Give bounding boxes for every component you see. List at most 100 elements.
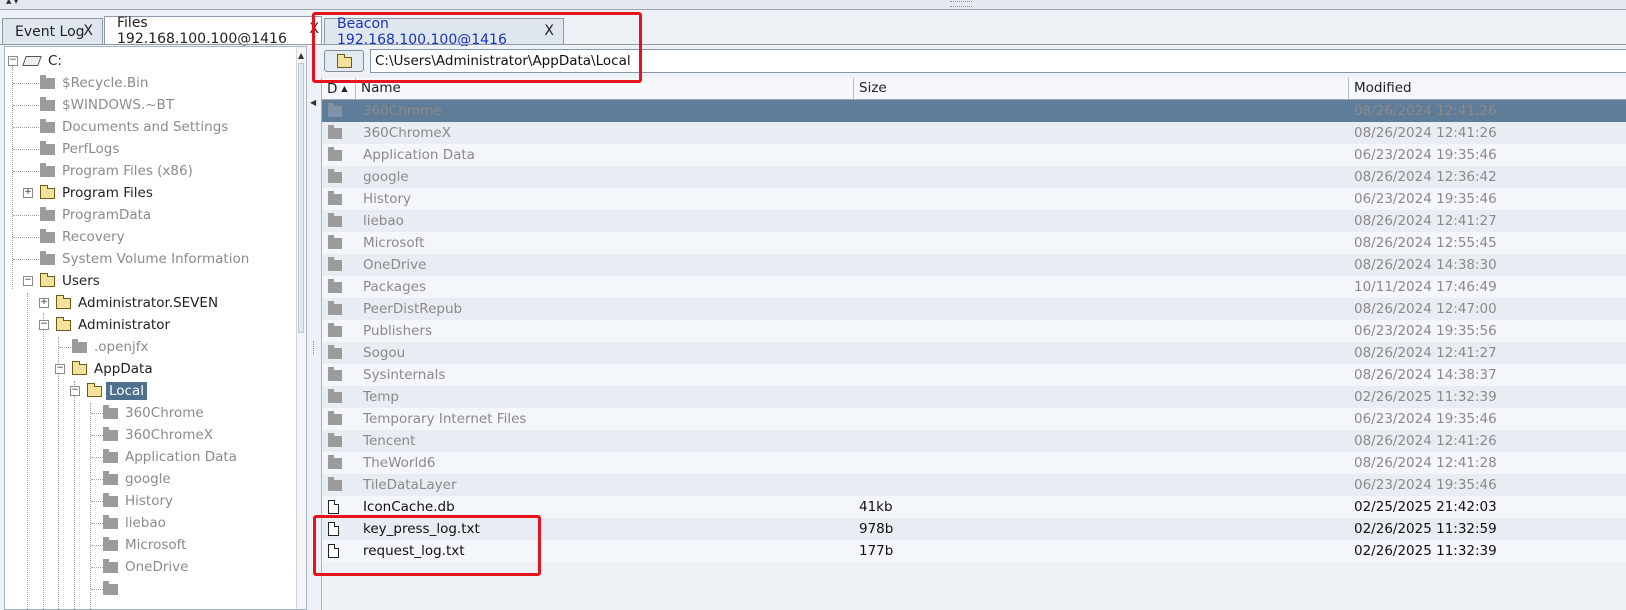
column-header-size[interactable]: Size — [854, 78, 1349, 99]
table-row[interactable]: Packages 10/11/2024 17:46:49 — [322, 276, 1626, 298]
tree-item-program-files[interactable]: Program Files — [40, 183, 156, 203]
table-row[interactable]: Application Data 06/23/2024 19:35:46 — [322, 144, 1626, 166]
file-icon — [328, 500, 339, 514]
row-modified: 08/26/2024 12:41:27 — [1354, 345, 1497, 361]
table-row[interactable]: key_press_log.txt 978b 02/26/2025 11:32:59 — [322, 518, 1626, 540]
tree-item-windows-bt[interactable]: $WINDOWS.~BT — [40, 95, 177, 115]
table-row[interactable]: 360Chrome 08/26/2024 12:41:26 — [322, 100, 1626, 122]
folder-icon — [328, 168, 342, 183]
row-modified: 08/26/2024 12:41:28 — [1354, 455, 1497, 471]
tree-item-programdata[interactable]: ProgramData — [40, 205, 154, 225]
collapse-toggle-icon[interactable]: − — [70, 386, 80, 396]
row-name: TheWorld6 — [363, 455, 436, 471]
table-row[interactable]: IconCache.db 41kb 02/25/2025 21:42:03 — [322, 496, 1626, 518]
folder-icon — [40, 118, 55, 133]
table-row[interactable]: liebao 08/26/2024 12:41:27 — [322, 210, 1626, 232]
column-header-d[interactable]: D ▲ — [322, 78, 356, 99]
tree-item-microsoft[interactable]: Microsoft — [103, 535, 189, 555]
close-icon[interactable]: X — [83, 23, 93, 39]
tree-item-c-drive[interactable]: C: — [22, 51, 65, 71]
directory-tree[interactable]: − C: $Recycle.Bin $WINDOWS.~BT Documents… — [4, 46, 307, 610]
tree-item-history[interactable]: History — [103, 491, 176, 511]
tab-beacon[interactable]: Beacon 192.168.100.100@1416 X — [324, 16, 564, 48]
tree-item-partial[interactable] — [103, 579, 122, 599]
table-row[interactable]: Temp 02/26/2025 11:32:39 — [322, 386, 1626, 408]
close-icon[interactable]: X — [544, 23, 554, 39]
table-row[interactable]: TileDataLayer 06/23/2024 19:35:46 — [322, 474, 1626, 496]
row-modified: 08/26/2024 12:55:45 — [1354, 235, 1497, 251]
tree-item-application-data[interactable]: Application Data — [103, 447, 240, 467]
collapse-toggle-icon[interactable]: − — [8, 56, 18, 66]
tree-item-appdata[interactable]: AppData — [72, 359, 156, 379]
folder-icon — [328, 322, 342, 337]
tab-event-log[interactable]: Event Log X — [2, 18, 103, 44]
folder-icon — [40, 250, 55, 265]
table-row[interactable]: OneDrive 08/26/2024 14:38:30 — [322, 254, 1626, 276]
expand-toggle-icon[interactable]: + — [23, 188, 33, 198]
tab-divider — [0, 44, 1626, 45]
tree-item-system-volume-information[interactable]: System Volume Information — [40, 249, 252, 269]
tree-item-recovery[interactable]: Recovery — [40, 227, 128, 247]
table-row[interactable]: request_log.txt 177b 02/26/2025 11:32:39 — [322, 540, 1626, 562]
table-row[interactable]: 360ChromeX 08/26/2024 12:41:26 — [322, 122, 1626, 144]
folder-icon — [40, 228, 55, 243]
column-header-name[interactable]: Name — [356, 78, 854, 99]
row-name: google — [363, 169, 409, 185]
collapse-arrows-icon[interactable]: ▲▼ — [6, 0, 21, 5]
tree-item-administrator[interactable]: Administrator — [56, 315, 173, 335]
tree-item-users[interactable]: Users — [40, 271, 103, 291]
tree-item-program-files-x86[interactable]: Program Files (x86) — [40, 161, 196, 181]
table-row[interactable]: PeerDistRepub 08/26/2024 12:47:00 — [322, 298, 1626, 320]
tree-item-liebao[interactable]: liebao — [103, 513, 169, 533]
tree-item-google[interactable]: google — [103, 469, 174, 489]
row-name: TileDataLayer — [363, 477, 457, 493]
tree-item-360chrome[interactable]: 360Chrome — [103, 403, 207, 423]
table-row[interactable]: History 06/23/2024 19:35:46 — [322, 188, 1626, 210]
row-name: IconCache.db — [363, 499, 455, 515]
row-modified: 10/11/2024 17:46:49 — [1354, 279, 1497, 295]
folder-icon — [40, 162, 55, 177]
collapse-left-icon[interactable]: ◀ — [310, 98, 316, 107]
collapse-toggle-icon[interactable]: − — [23, 276, 33, 286]
tree-scrollbar[interactable]: ▲ — [296, 47, 306, 609]
tab-bar: Event Log X Files 192.168.100.100@1416 X… — [0, 10, 1626, 48]
tree-item-recycle-bin[interactable]: $Recycle.Bin — [40, 73, 151, 93]
scroll-up-icon[interactable]: ▲ — [298, 51, 304, 60]
folder-icon — [103, 558, 118, 573]
folder-icon — [328, 432, 342, 447]
table-row[interactable]: google 08/26/2024 12:36:42 — [322, 166, 1626, 188]
folder-icon — [336, 53, 352, 68]
tree-item-administrator-seven[interactable]: Administrator.SEVEN — [56, 293, 221, 313]
table-row[interactable]: Publishers 06/23/2024 19:35:56 — [322, 320, 1626, 342]
table-row[interactable]: Tencent 08/26/2024 12:41:26 — [322, 430, 1626, 452]
tree-item-documents-and-settings[interactable]: Documents and Settings — [40, 117, 231, 137]
folder-icon — [40, 74, 55, 89]
table-row[interactable]: Sysinternals 08/26/2024 14:38:37 — [322, 364, 1626, 386]
table-row[interactable]: Microsoft 08/26/2024 12:55:45 — [322, 232, 1626, 254]
folder-icon — [328, 366, 342, 381]
pane-splitter[interactable]: ◀ — [308, 46, 320, 610]
table-row[interactable]: Sogou 08/26/2024 12:41:27 — [322, 342, 1626, 364]
row-name: History — [363, 191, 412, 207]
expand-toggle-icon[interactable]: + — [39, 298, 49, 308]
folder-icon — [328, 278, 342, 293]
table-row[interactable]: TheWorld6 08/26/2024 12:41:28 — [322, 452, 1626, 474]
resize-grip[interactable] — [950, 1, 972, 7]
row-modified: 02/26/2025 11:32:39 — [1354, 543, 1497, 559]
tab-files[interactable]: Files 192.168.100.100@1416 X — [104, 15, 322, 47]
close-icon[interactable]: X — [309, 21, 319, 37]
tree-item-360chromex[interactable]: 360ChromeX — [103, 425, 216, 445]
tree-item-onedrive[interactable]: OneDrive — [103, 557, 191, 577]
tree-item-local[interactable]: Local — [87, 381, 147, 401]
column-header-modified[interactable]: Modified — [1349, 78, 1626, 99]
path-input[interactable] — [370, 49, 1626, 73]
tree-item-perflogs[interactable]: PerfLogs — [40, 139, 122, 159]
collapse-toggle-icon[interactable]: − — [55, 364, 65, 374]
row-name: request_log.txt — [363, 543, 465, 559]
tree-item-openjfx[interactable]: .openjfx — [72, 337, 151, 357]
up-directory-button[interactable] — [324, 50, 364, 72]
collapse-toggle-icon[interactable]: − — [39, 320, 49, 330]
scrollbar-thumb[interactable] — [298, 63, 304, 333]
table-row[interactable]: Temporary Internet Files 06/23/2024 19:35… — [322, 408, 1626, 430]
folder-icon — [72, 338, 87, 353]
